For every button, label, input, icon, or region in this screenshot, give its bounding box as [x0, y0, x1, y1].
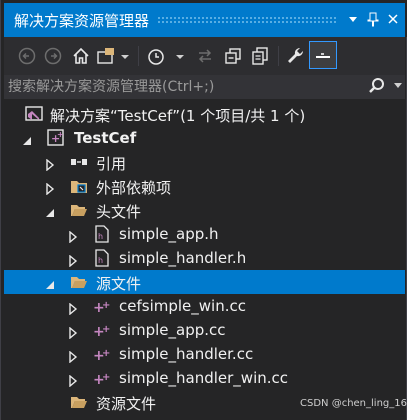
- tree-item-simple-handler-cc[interactable]: + + simple_handler.cc: [4, 342, 405, 366]
- search-input[interactable]: [8, 77, 348, 97]
- search-icon[interactable]: [368, 77, 386, 99]
- tree-item-simple-handler-win-cc[interactable]: + + simple_handler_win.cc: [4, 366, 405, 390]
- tree-item-references[interactable]: 引用: [4, 150, 405, 174]
- solution-label: 解决方案“TestCef”(1 个项目/共 1 个): [50, 107, 306, 125]
- header-file-icon: h: [93, 225, 111, 243]
- close-icon[interactable]: [384, 9, 402, 29]
- header-files-label: 头文件: [96, 203, 142, 221]
- tree-item-source-files[interactable]: 源文件: [4, 270, 405, 294]
- switch-views-icon[interactable]: [96, 44, 130, 68]
- folder-open-icon: [70, 201, 88, 219]
- tree-item-simple-app-h[interactable]: h simple_app.h: [4, 222, 405, 246]
- expanded-arrow-icon[interactable]: [44, 276, 56, 289]
- folder-open-icon: [70, 273, 88, 291]
- cpp-file-icon: + +: [93, 345, 111, 364]
- svg-text:+: +: [102, 348, 110, 359]
- pin-icon[interactable]: [364, 9, 382, 29]
- title-bar[interactable]: 解决方案资源管理器: [1, 0, 407, 37]
- search-options-dropdown-icon[interactable]: [394, 83, 402, 88]
- tree-item-cefsimple-win-cc[interactable]: + + cefsimple_win.cc: [4, 294, 405, 318]
- preview-icon[interactable]: [312, 44, 334, 68]
- show-all-files-icon[interactable]: [249, 44, 271, 68]
- toolbar-separator: [278, 46, 279, 66]
- panel-title: 解决方案资源管理器: [14, 12, 150, 30]
- collapsed-arrow-icon[interactable]: [67, 300, 79, 316]
- toolbar-separator: [138, 46, 139, 66]
- file-label: simple_handler_win.cc: [119, 369, 289, 387]
- svg-text:+: +: [102, 300, 110, 311]
- back-icon[interactable]: [16, 44, 38, 68]
- tree-item-header-files[interactable]: 头文件: [4, 198, 405, 222]
- folder-external-icon: [70, 177, 88, 195]
- external-deps-label: 外部依赖项: [96, 179, 172, 197]
- collapsed-arrow-icon[interactable]: [44, 180, 56, 196]
- svg-text:+: +: [102, 324, 110, 335]
- collapse-all-icon[interactable]: [222, 44, 244, 68]
- cpp-file-icon: + +: [93, 321, 111, 340]
- references-label: 引用: [96, 155, 127, 173]
- source-files-label: 源文件: [96, 275, 142, 293]
- properties-icon[interactable]: [284, 44, 306, 68]
- svg-text:h: h: [98, 232, 103, 241]
- tree-item-solution[interactable]: 解决方案“TestCef”(1 个项目/共 1 个): [4, 102, 405, 126]
- header-file-icon: h: [93, 249, 111, 267]
- file-label: simple_handler.h: [119, 249, 247, 267]
- pending-changes-filter-icon[interactable]: [146, 44, 186, 68]
- watermark: CSDN @chen_ling_16: [300, 398, 407, 409]
- expanded-arrow-icon[interactable]: [44, 204, 56, 217]
- cpp-file-icon: + +: [93, 369, 111, 388]
- svg-text:h: h: [98, 256, 103, 265]
- collapsed-arrow-icon[interactable]: [44, 156, 56, 172]
- cpp-file-icon: + +: [93, 297, 111, 316]
- svg-text:+: +: [102, 372, 110, 383]
- expanded-arrow-icon[interactable]: [21, 132, 33, 145]
- collapsed-arrow-icon[interactable]: [67, 324, 79, 340]
- drag-grip[interactable]: [157, 16, 337, 24]
- svg-text:+: +: [57, 130, 64, 139]
- forward-icon[interactable]: [42, 44, 64, 68]
- resource-files-label: 资源文件: [96, 395, 157, 413]
- tree-item-simple-app-cc[interactable]: + + simple_app.cc: [4, 318, 405, 342]
- references-icon: [70, 153, 88, 171]
- file-label: simple_app.h: [119, 225, 219, 243]
- collapsed-arrow-icon[interactable]: [67, 372, 79, 388]
- file-label: simple_handler.cc: [119, 345, 254, 363]
- collapsed-arrow-icon[interactable]: [67, 252, 79, 268]
- folder-icon: [70, 393, 88, 411]
- file-label: cefsimple_win.cc: [119, 297, 246, 315]
- tree-item-simple-handler-h[interactable]: h simple_handler.h: [4, 246, 405, 270]
- tree-item-project[interactable]: + + TestCef: [4, 126, 405, 150]
- search-bar: [4, 75, 405, 100]
- solution-explorer-panel: 解决方案资源管理器 搜索解决方案资源管理器(Ctrl+;) 解决方案“TestC…: [0, 0, 407, 420]
- project-label: TestCef: [74, 129, 137, 147]
- tree-item-external-dependencies[interactable]: 外部依赖项: [4, 174, 405, 198]
- solution-icon: [25, 105, 43, 123]
- home-icon[interactable]: [70, 44, 92, 68]
- chevron-down-icon[interactable]: [344, 9, 362, 29]
- collapsed-arrow-icon[interactable]: [67, 348, 79, 364]
- collapsed-arrow-icon[interactable]: [67, 228, 79, 244]
- file-label: simple_app.cc: [119, 321, 226, 339]
- sync-icon[interactable]: [194, 44, 216, 68]
- cpp-project-icon: + +: [47, 129, 65, 147]
- toolbar: [4, 37, 405, 75]
